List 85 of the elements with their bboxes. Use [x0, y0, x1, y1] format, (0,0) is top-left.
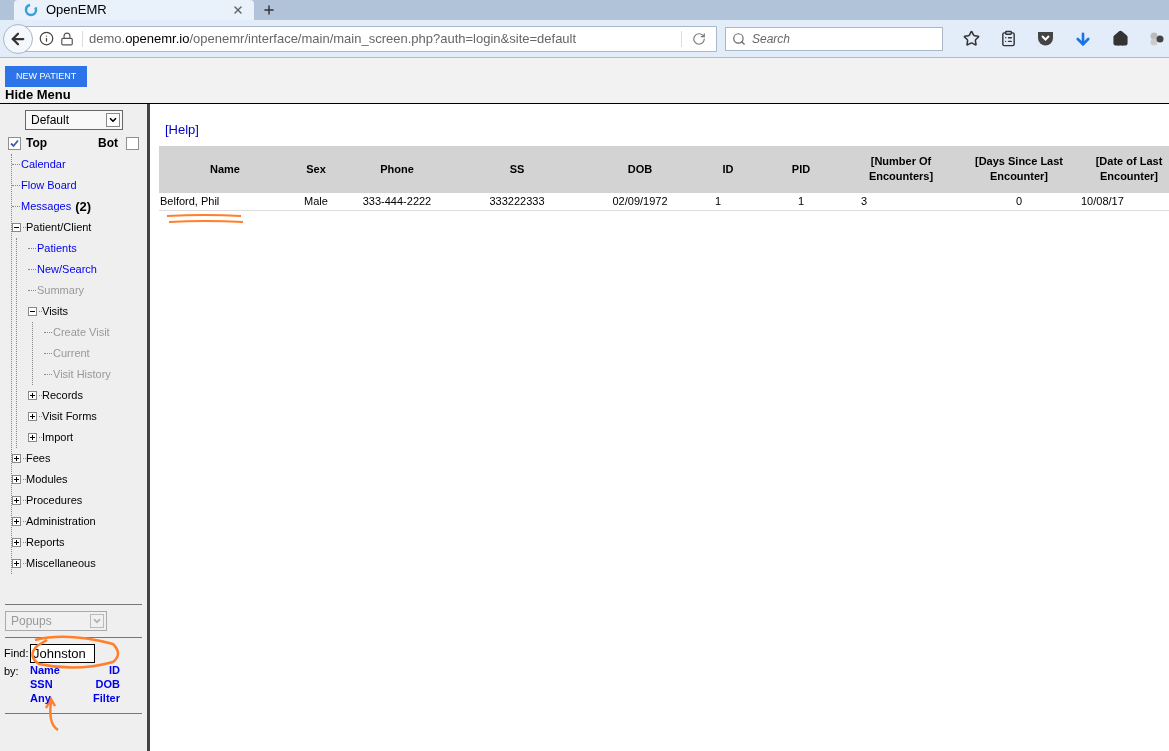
search-by-link[interactable]: Any	[30, 691, 51, 705]
collapse-icon[interactable]	[28, 307, 37, 316]
search-field[interactable]: Search	[725, 26, 943, 51]
expand-icon[interactable]	[12, 475, 21, 484]
expand-icon[interactable]	[28, 433, 37, 442]
expand-icon[interactable]	[28, 391, 37, 400]
column-header: [Number Of Encounters]	[867, 154, 935, 184]
menu-folder[interactable]: Visits	[42, 303, 69, 320]
check-icon	[10, 138, 19, 148]
new-tab-icon[interactable]	[262, 3, 276, 17]
message-count: (2)	[75, 197, 92, 216]
search-by-link[interactable]: ID	[109, 663, 126, 677]
menu-folder[interactable]: Administration	[26, 513, 96, 530]
column-header: [Days Since Last Encounter]	[973, 154, 1064, 184]
back-button[interactable]	[3, 23, 33, 54]
menu-link[interactable]: New/Search	[37, 261, 97, 278]
url-bar[interactable]: demo.openemr.io/openemr/interface/main/main_screen.php?auth=login&site=default	[4, 25, 717, 52]
expand-icon[interactable]	[12, 454, 21, 463]
table-cell-text: 333222333	[488, 193, 546, 209]
column-header: SS	[508, 161, 526, 177]
help-link[interactable]: [Help]	[165, 122, 199, 137]
checkbox-label: Top	[26, 135, 49, 152]
column-header: Name	[209, 161, 241, 177]
pocket-icon[interactable]	[1037, 31, 1054, 46]
menu-folder[interactable]: Miscellaneous	[26, 555, 96, 572]
url-text: demo.openemr.io/openemr/interface/main/main_screen.php?auth=login&site=default	[89, 29, 578, 48]
table-cell-text: 10/08/17	[1081, 193, 1125, 209]
column-header: PID	[790, 161, 812, 177]
menu-link[interactable]: Messages	[21, 198, 72, 215]
expand-icon[interactable]	[12, 559, 21, 568]
expand-icon[interactable]	[12, 517, 21, 526]
search-by-link[interactable]: SSN	[30, 677, 53, 691]
browser-tab[interactable]: OpenEMR	[14, 0, 254, 20]
column-header: Phone	[379, 161, 415, 177]
column-header: ID	[721, 161, 735, 177]
table-cell-text: 333-444-2222	[361, 193, 433, 209]
menu-folder[interactable]: Patient/Client	[26, 219, 92, 236]
extension-icon[interactable]	[1149, 30, 1165, 47]
menu-link[interactable]: Flow Board	[21, 177, 77, 194]
find-by-label: by:	[4, 664, 20, 679]
table-cell-text: Belford, Phil	[159, 193, 221, 209]
checkbox[interactable]	[8, 136, 21, 150]
new-patient-button[interactable]: NEW PATIENT	[5, 66, 88, 88]
search-icon	[732, 31, 746, 46]
table-cell-text: 02/09/1972	[611, 193, 669, 209]
menu-folder[interactable]: Procedures	[26, 492, 83, 509]
home-icon[interactable]	[1112, 30, 1129, 47]
checkbox[interactable]	[126, 136, 139, 150]
table-cell-text: 0	[1014, 193, 1024, 209]
table-cell-text: 1	[714, 193, 723, 209]
layout-select[interactable]: Default	[25, 110, 123, 130]
menu-folder[interactable]: Modules	[26, 471, 68, 488]
search-by-link[interactable]: Filter	[93, 691, 126, 705]
expand-icon[interactable]	[12, 496, 21, 505]
info-icon[interactable]	[39, 31, 54, 46]
table-cell-text: 3	[860, 193, 869, 209]
app-logo-icon	[24, 3, 38, 17]
table-cell-text: Male	[303, 193, 329, 209]
close-icon[interactable]	[232, 4, 244, 16]
menu-folder[interactable]: Import	[42, 429, 74, 446]
search-by-link[interactable]: Name	[30, 663, 60, 677]
lock-icon[interactable]	[60, 31, 74, 46]
expand-icon[interactable]	[28, 412, 37, 421]
expand-icon[interactable]	[12, 538, 21, 547]
tab-title: OpenEMR	[46, 1, 108, 20]
find-label: Find:	[4, 646, 30, 662]
menu-link[interactable]: Patients	[37, 240, 77, 257]
menu-folder[interactable]: Visit Forms	[42, 408, 97, 425]
dropdown-icon	[92, 616, 102, 626]
reading-list-icon[interactable]	[1000, 30, 1017, 47]
menu-folder[interactable]: Reports	[26, 534, 65, 551]
collapse-icon[interactable]	[12, 223, 21, 232]
table-cell-text: 1	[796, 193, 806, 209]
menu-link[interactable]: Calendar	[21, 156, 66, 173]
column-header: Sex	[305, 161, 327, 177]
menu-folder[interactable]: Fees	[26, 450, 51, 467]
bookmark-star-icon[interactable]	[963, 30, 980, 47]
column-header: DOB	[626, 161, 654, 177]
hide-menu-link[interactable]: Hide Menu	[5, 87, 71, 104]
column-header: [Date of Last Encounter]	[1094, 154, 1164, 184]
checkbox-label: Bot	[98, 135, 118, 152]
reload-icon[interactable]	[692, 31, 706, 46]
menu-folder[interactable]: Records	[42, 387, 83, 404]
dropdown-icon	[108, 115, 118, 125]
search-by-link[interactable]: DOB	[95, 677, 126, 691]
